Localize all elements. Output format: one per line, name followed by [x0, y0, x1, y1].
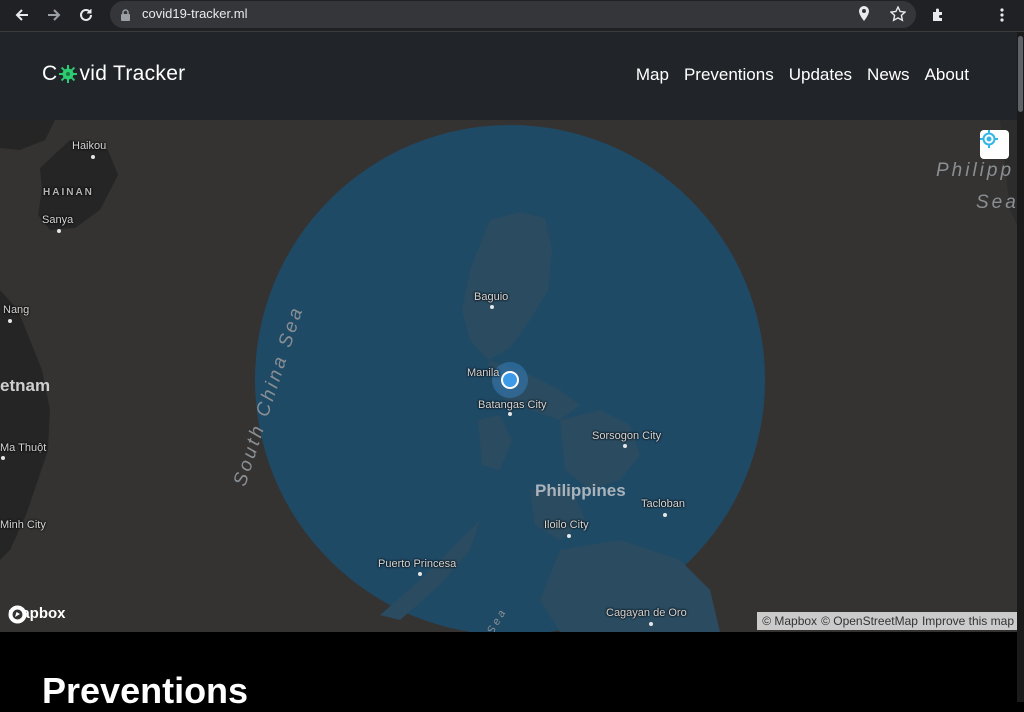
map-label-nang: Nang — [3, 304, 30, 316]
map-label-tacloban: Tacloban — [641, 498, 686, 510]
forward-button[interactable] — [42, 3, 66, 27]
location-pin-icon[interactable] — [858, 6, 870, 26]
map-attribution: © Mapbox © OpenStreetMap Improve this ma… — [757, 612, 1019, 630]
extensions-button[interactable] — [926, 3, 950, 27]
nav-link-updates[interactable]: Updates — [789, 65, 852, 85]
lock-icon — [120, 7, 131, 26]
attribution-mapbox-link[interactable]: © Mapbox — [762, 614, 817, 628]
site-logo[interactable]: C vid Tracker — [42, 62, 185, 86]
bookmark-star-icon[interactable] — [889, 5, 907, 26]
city-dot — [91, 155, 95, 159]
city-dot — [490, 305, 494, 309]
reload-button[interactable] — [74, 3, 98, 27]
map-graphic — [0, 120, 1024, 632]
city-dot — [1, 456, 5, 460]
preventions-heading: Preventions — [42, 670, 249, 711]
map-label-baguio: Baguio — [474, 291, 509, 303]
browser-menu-button[interactable] — [990, 3, 1014, 27]
city-dot — [8, 319, 12, 323]
kebab-menu-icon — [1000, 8, 1004, 22]
map-label-minh-city: Minh City — [0, 519, 46, 531]
forward-arrow-icon — [48, 9, 61, 21]
url-text: covid19-tracker.ml — [142, 6, 248, 21]
back-arrow-icon — [15, 9, 28, 21]
map-label-iloilo: Iloilo City — [544, 519, 589, 531]
map-label-philippine-sea-2: Sea — [976, 192, 1019, 213]
nav-link-news[interactable]: News — [867, 65, 910, 85]
map-label-puerto-princesa: Puerto Princesa — [378, 558, 457, 570]
browser-toolbar: covid19-tracker.ml — [0, 0, 1024, 32]
improve-map-link[interactable]: Improve this map — [922, 614, 1014, 628]
mapbox-logo[interactable]: mapbox — [8, 605, 66, 624]
site-navbar: C vid Tracker Map Preventions Updates Ne… — [0, 32, 1017, 120]
map-canvas[interactable]: Haikou HAINAN Sanya Nang etnam Ma Thuột … — [0, 120, 1024, 632]
brand-suffix: vid Tracker — [79, 62, 186, 85]
map-label-philippines: Philippines — [535, 481, 626, 500]
virus-icon — [59, 65, 78, 83]
map-label-vietnam: etnam — [0, 376, 51, 395]
map-label-hainan: HAINAN — [43, 187, 94, 198]
city-dot — [623, 444, 627, 448]
attribution-osm-link[interactable]: © OpenStreetMap — [821, 614, 918, 628]
city-dot — [418, 572, 422, 576]
puzzle-icon — [933, 8, 942, 21]
map-label-ma-thuot: Ma Thuột — [0, 442, 47, 454]
scrollbar-thumb[interactable] — [1018, 36, 1023, 112]
city-dot — [567, 534, 571, 538]
main-menu: Map Preventions Updates News About — [636, 65, 969, 85]
reload-icon — [80, 8, 92, 21]
brand-prefix: C — [42, 62, 58, 85]
nav-link-preventions[interactable]: Preventions — [684, 65, 774, 85]
city-dot — [649, 622, 653, 626]
nav-link-about[interactable]: About — [925, 65, 969, 85]
address-bar[interactable]: covid19-tracker.ml — [110, 1, 916, 28]
back-button[interactable] — [10, 3, 34, 27]
map-label-philippine-sea-1: Philipp — [936, 160, 1015, 181]
city-dot — [663, 513, 667, 517]
map-label-haikou: Haikou — [72, 140, 107, 152]
city-dot — [57, 229, 61, 233]
city-dot — [508, 412, 512, 416]
map-label-sorsogon: Sorsogon City — [592, 430, 662, 442]
nav-link-map[interactable]: Map — [636, 65, 669, 85]
crosshair-icon — [980, 130, 998, 148]
map-label-manila: Manila — [467, 367, 500, 379]
map-label-sanya: Sanya — [42, 214, 74, 226]
page-scrollbar[interactable] — [1017, 32, 1024, 702]
mapbox-logo-icon — [8, 605, 27, 624]
map-label-batangas: Batangas City — [478, 399, 547, 411]
map-label-cagayan: Cagayan de Oro — [606, 607, 687, 619]
user-location-dot — [503, 373, 517, 387]
geolocate-button[interactable] — [980, 130, 1009, 159]
